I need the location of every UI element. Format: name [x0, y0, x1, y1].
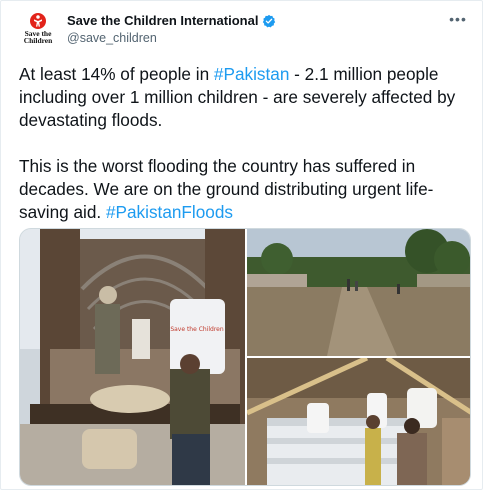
verified-badge-icon — [263, 14, 276, 27]
tweet-card[interactable]: Save the Children Save the Children Inte… — [0, 0, 483, 490]
aid-truck-unloading-photo[interactable]: Save the Children — [20, 229, 245, 485]
avatar-logo-text: Save the Children — [23, 29, 53, 45]
ellipsis-icon: ••• — [449, 11, 467, 27]
flooded-street-photo[interactable] — [247, 229, 470, 356]
sack-print: Save the Children — [170, 326, 224, 333]
more-options-button[interactable]: ••• — [448, 11, 468, 29]
hashtag-pakistan-floods[interactable]: #PakistanFloods — [106, 202, 233, 222]
media-grid: Save the Children — [19, 228, 471, 486]
user-info: Save the Children International @save_ch… — [67, 13, 276, 45]
save-the-children-logo-icon — [30, 13, 46, 29]
tweet-text: At least 14% of people in #Pakistan - 2.… — [19, 63, 471, 247]
aid-sacks-warehouse-photo[interactable] — [247, 358, 470, 485]
user-handle[interactable]: @save_children — [67, 31, 276, 45]
tweet-paragraph-2: This is the worst flooding the country h… — [19, 155, 471, 224]
tweet-paragraph-1: At least 14% of people in #Pakistan - 2.… — [19, 63, 471, 132]
hashtag-pakistan[interactable]: #Pakistan — [214, 64, 289, 84]
avatar[interactable]: Save the Children — [19, 13, 57, 51]
display-name[interactable]: Save the Children International — [67, 13, 258, 28]
tweet-text-segment: At least 14% of people in — [19, 64, 214, 84]
